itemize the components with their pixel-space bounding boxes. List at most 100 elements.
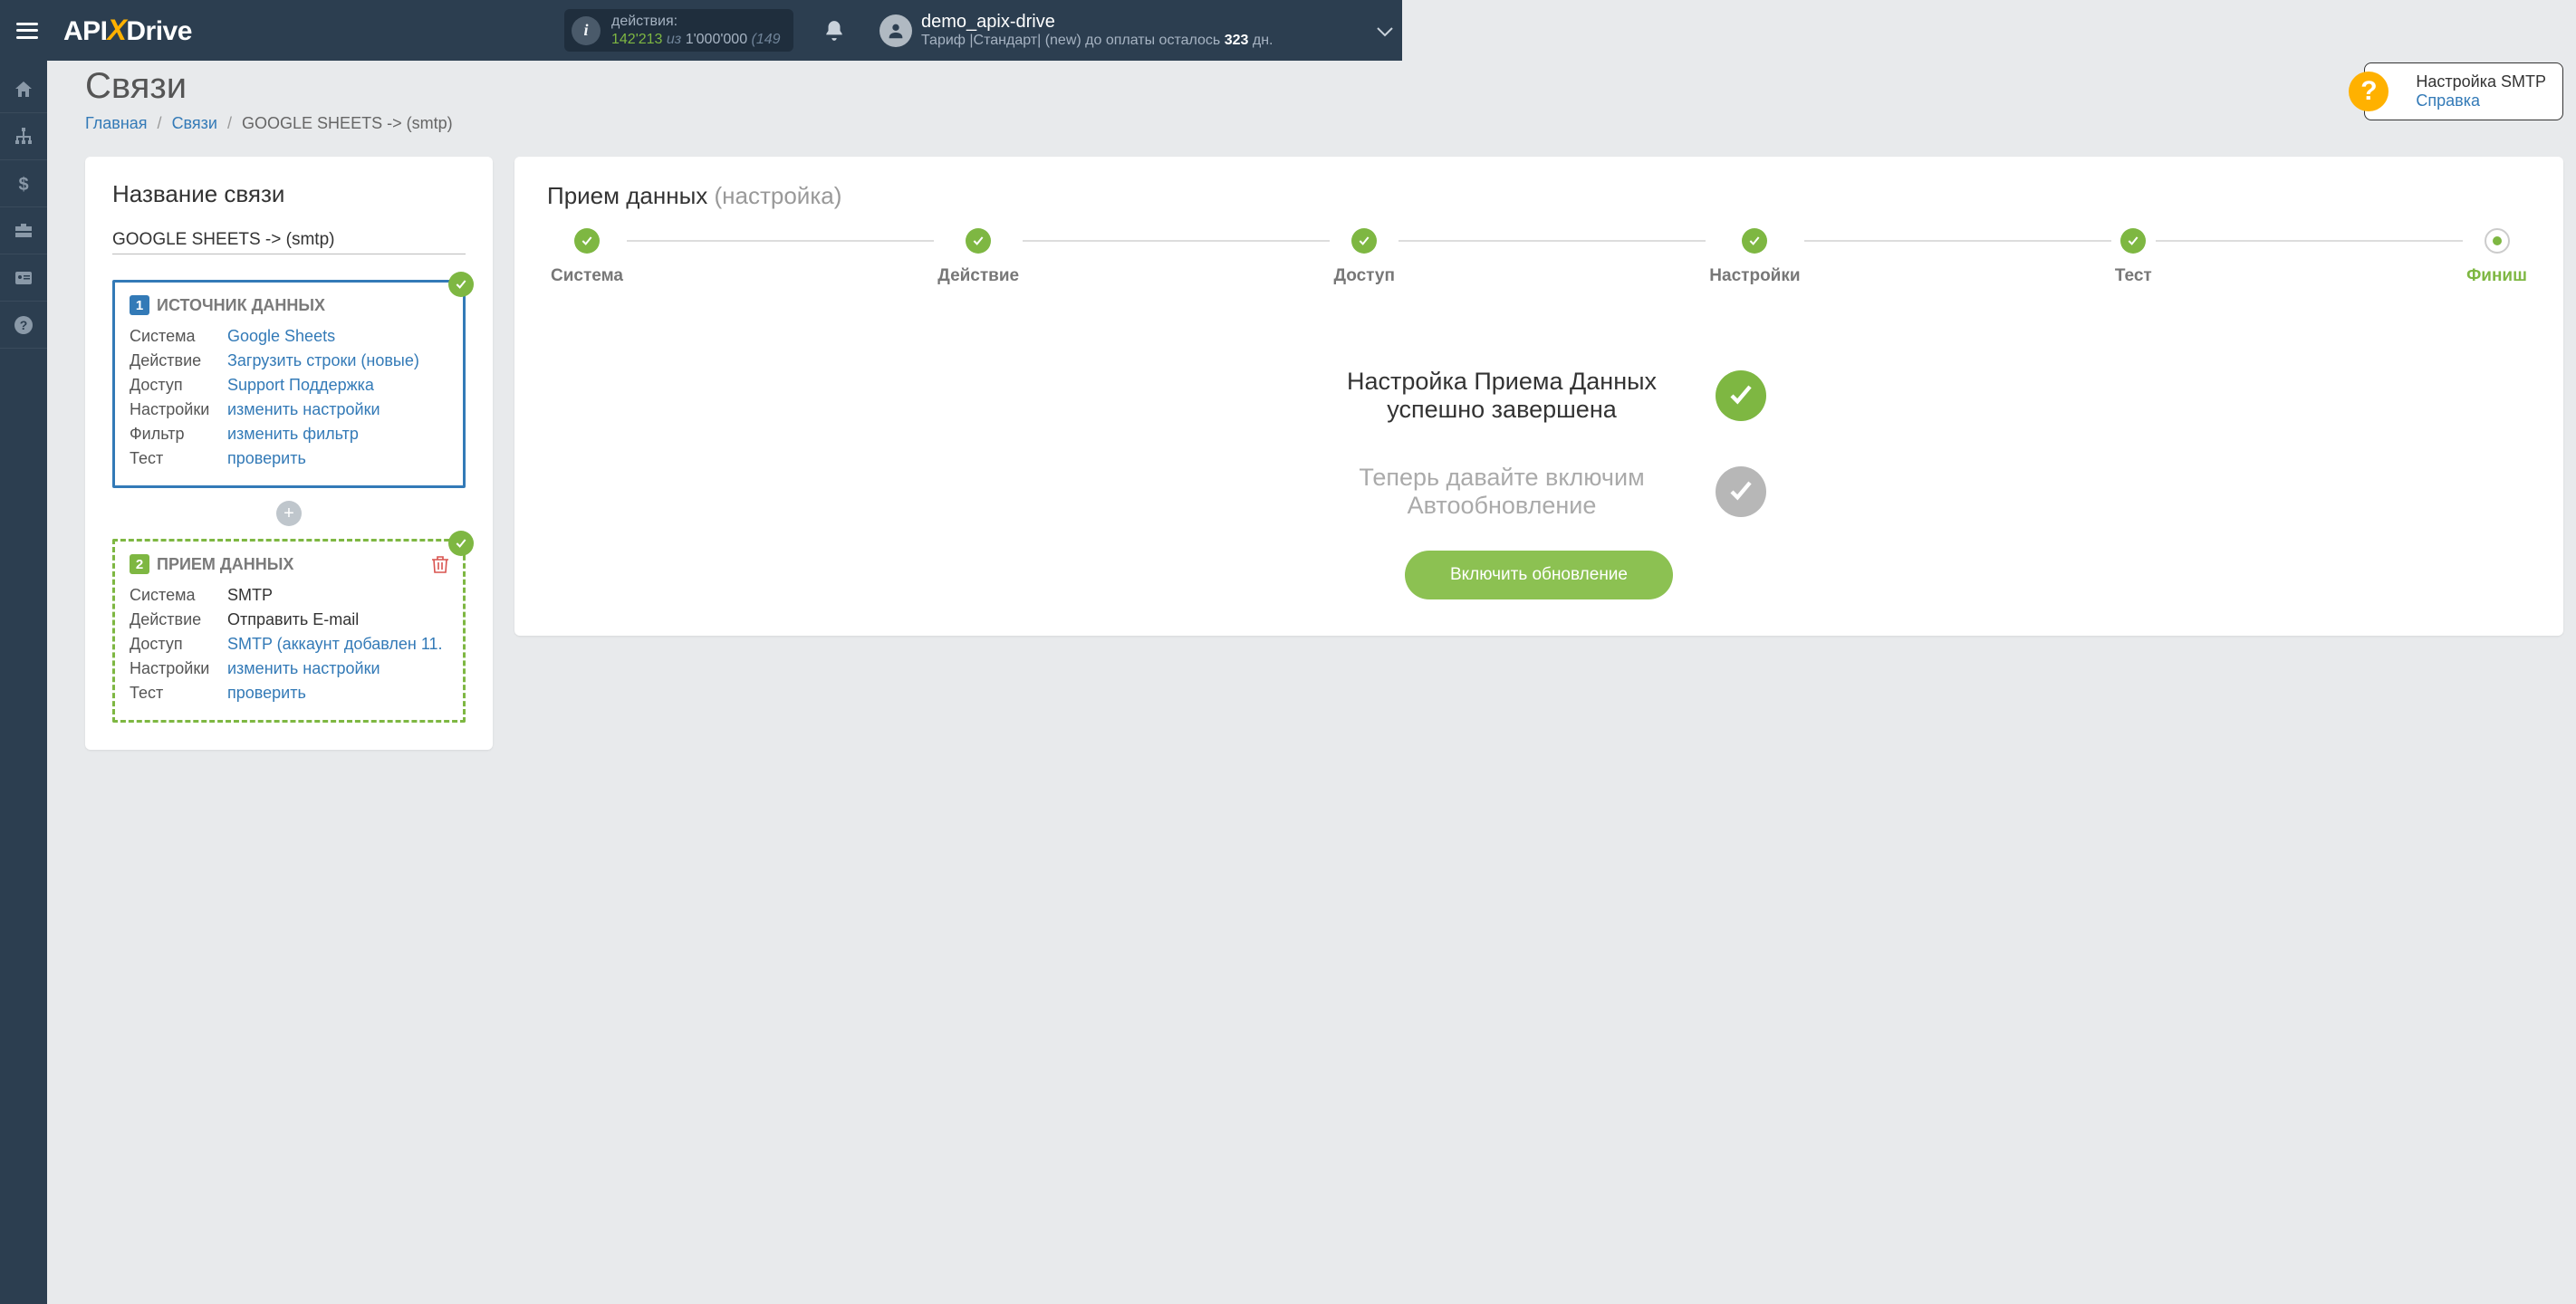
kv-value[interactable]: изменить настройки — [227, 657, 380, 681]
step-Финиш[interactable]: Финиш — [2463, 228, 2531, 286]
dest-block[interactable]: 2 ПРИЕМ ДАННЫХ СистемаSMTPДействиеОтправ… — [112, 539, 466, 723]
crumb-current: GOOGLE SHEETS -> (smtp) — [242, 114, 453, 132]
actions-extra: (149 — [747, 32, 780, 47]
actions-count: 142'213 — [611, 32, 662, 47]
add-step-button[interactable]: + — [276, 501, 302, 526]
source-header: 1 ИСТОЧНИК ДАННЫХ — [130, 295, 448, 315]
step-Настройки[interactable]: Настройки — [1706, 228, 1803, 286]
check-icon — [2120, 228, 2146, 254]
step-label: Настройки — [1709, 266, 1800, 286]
kv-value[interactable]: Google Sheets — [227, 324, 335, 349]
kv-value[interactable]: Support Поддержка — [227, 373, 374, 398]
kv-row: ДоступSupport Поддержка — [130, 373, 448, 398]
kv-row: ДействиеОтправить E-mail — [130, 608, 448, 632]
step-label: Тест — [2115, 266, 2152, 286]
kv-row: Фильтризменить фильтр — [130, 422, 448, 446]
kv-row: СистемаSMTP — [130, 583, 448, 608]
dest-rows: СистемаSMTPДействиеОтправить E-mailДосту… — [130, 583, 448, 705]
source-block[interactable]: 1 ИСТОЧНИК ДАННЫХ СистемаGoogle SheetsДе… — [112, 280, 466, 488]
dest-title: ПРИЕМ ДАННЫХ — [157, 555, 293, 574]
kv-value[interactable]: SMTP (аккаунт добавлен 11. — [227, 632, 443, 657]
check-icon — [574, 228, 600, 254]
kv-key: Настройки — [130, 657, 227, 681]
kv-key: Настройки — [130, 398, 227, 422]
kv-value[interactable]: изменить фильтр — [227, 422, 359, 446]
step-label: Финиш — [2466, 266, 2527, 286]
nav-briefcase[interactable] — [0, 207, 47, 254]
kv-key: Тест — [130, 681, 227, 705]
kv-row: ДоступSMTP (аккаунт добавлен 11. — [130, 632, 448, 657]
actions-of: из — [662, 32, 685, 47]
dest-header: 2 ПРИЕМ ДАННЫХ — [130, 554, 448, 574]
nav-help[interactable]: ? — [0, 302, 47, 349]
check-icon — [448, 272, 474, 297]
add-between: + — [112, 501, 466, 526]
status-next-text: Теперь давайте включим Автообновление — [1312, 464, 1692, 520]
connection-name-input[interactable] — [112, 226, 466, 254]
help-title: Настройка SMTP — [2416, 72, 2546, 91]
connection-name-label: Название связи — [112, 180, 466, 208]
enable-update-button[interactable]: Включить обновление — [1405, 551, 1673, 599]
kv-row: Настройкиизменить настройки — [130, 657, 448, 681]
nav-home[interactable] — [0, 66, 47, 113]
main: Связи Главная / Связи / GOOGLE SHEETS ->… — [47, 61, 2576, 1304]
kv-value[interactable]: проверить — [227, 681, 306, 705]
step-Система[interactable]: Система — [547, 228, 627, 286]
setup-title: Прием данных (настройка) — [547, 182, 2531, 210]
stepper: Система Действие Доступ Настройки Тест Финиш — [547, 228, 2531, 286]
kv-value: SMTP — [227, 583, 273, 608]
kv-key: Действие — [130, 608, 227, 632]
step-label: Доступ — [1333, 266, 1395, 286]
kv-value: Отправить E-mail — [227, 608, 359, 632]
check-icon — [966, 228, 991, 254]
step-Тест[interactable]: Тест — [2111, 228, 2156, 286]
user-block[interactable]: demo_apix-drive Тариф |Стандарт| (new) д… — [921, 12, 1273, 49]
kv-key: Тест — [130, 446, 227, 471]
status-next: Теперь давайте включим Автообновление — [547, 464, 2531, 520]
chevron-down-icon[interactable] — [1377, 27, 1393, 38]
help-icon: ? — [2349, 72, 2389, 111]
user-avatar[interactable] — [879, 14, 912, 47]
step-Действие[interactable]: Действие — [934, 228, 1023, 286]
check-icon — [1716, 370, 1766, 421]
nav-connections[interactable] — [0, 113, 47, 160]
step-label: Система — [551, 266, 623, 286]
user-tariff: Тариф |Стандарт| (new) до оплаты осталос… — [921, 33, 1273, 49]
menu-toggle[interactable] — [16, 23, 38, 39]
nav-card[interactable] — [0, 254, 47, 302]
kv-row: СистемаGoogle Sheets — [130, 324, 448, 349]
check-icon — [1716, 466, 1766, 517]
help-badge[interactable]: ? Настройка SMTP Справка — [2364, 62, 2563, 120]
kv-row: Тестпроверить — [130, 681, 448, 705]
nav-billing[interactable]: $ — [0, 160, 47, 207]
help-link[interactable]: Справка — [2416, 91, 2546, 110]
kv-row: ДействиеЗагрузить строки (новые) — [130, 349, 448, 373]
source-num: 1 — [130, 295, 149, 315]
user-name: demo_apix-drive — [921, 12, 1273, 33]
source-title: ИСТОЧНИК ДАННЫХ — [157, 296, 325, 315]
svg-text:$: $ — [18, 175, 28, 195]
kv-value[interactable]: проверить — [227, 446, 306, 471]
bell-icon[interactable] — [822, 19, 846, 43]
kv-value[interactable]: изменить настройки — [227, 398, 380, 422]
status-complete-text: Настройка Приема Данных успешно завершен… — [1312, 368, 1692, 424]
kv-value[interactable]: Загрузить строки (новые) — [227, 349, 419, 373]
card-connection: Название связи 1 ИСТОЧНИК ДАННЫХ Система… — [85, 157, 493, 750]
kv-key: Система — [130, 583, 227, 608]
actions-counter[interactable]: i действия: 142'213 из 1'000'000 (149 — [564, 9, 793, 51]
kv-row: Тестпроверить — [130, 446, 448, 471]
crumb-home[interactable]: Главная — [85, 114, 148, 132]
topbar: APIXDrive i действия: 142'213 из 1'000'0… — [0, 0, 1402, 61]
page-title: Связи — [85, 66, 2576, 107]
logo-api: API — [63, 16, 108, 46]
info-icon: i — [572, 16, 601, 45]
step-Доступ[interactable]: Доступ — [1330, 228, 1399, 286]
crumb-links[interactable]: Связи — [172, 114, 217, 132]
trash-icon[interactable] — [432, 555, 448, 573]
logo[interactable]: APIXDrive — [63, 14, 192, 47]
kv-key: Действие — [130, 349, 227, 373]
sidebar: $ ? — [0, 61, 47, 1304]
kv-key: Доступ — [130, 373, 227, 398]
logo-drive: Drive — [126, 16, 192, 46]
step-label: Действие — [937, 266, 1019, 286]
